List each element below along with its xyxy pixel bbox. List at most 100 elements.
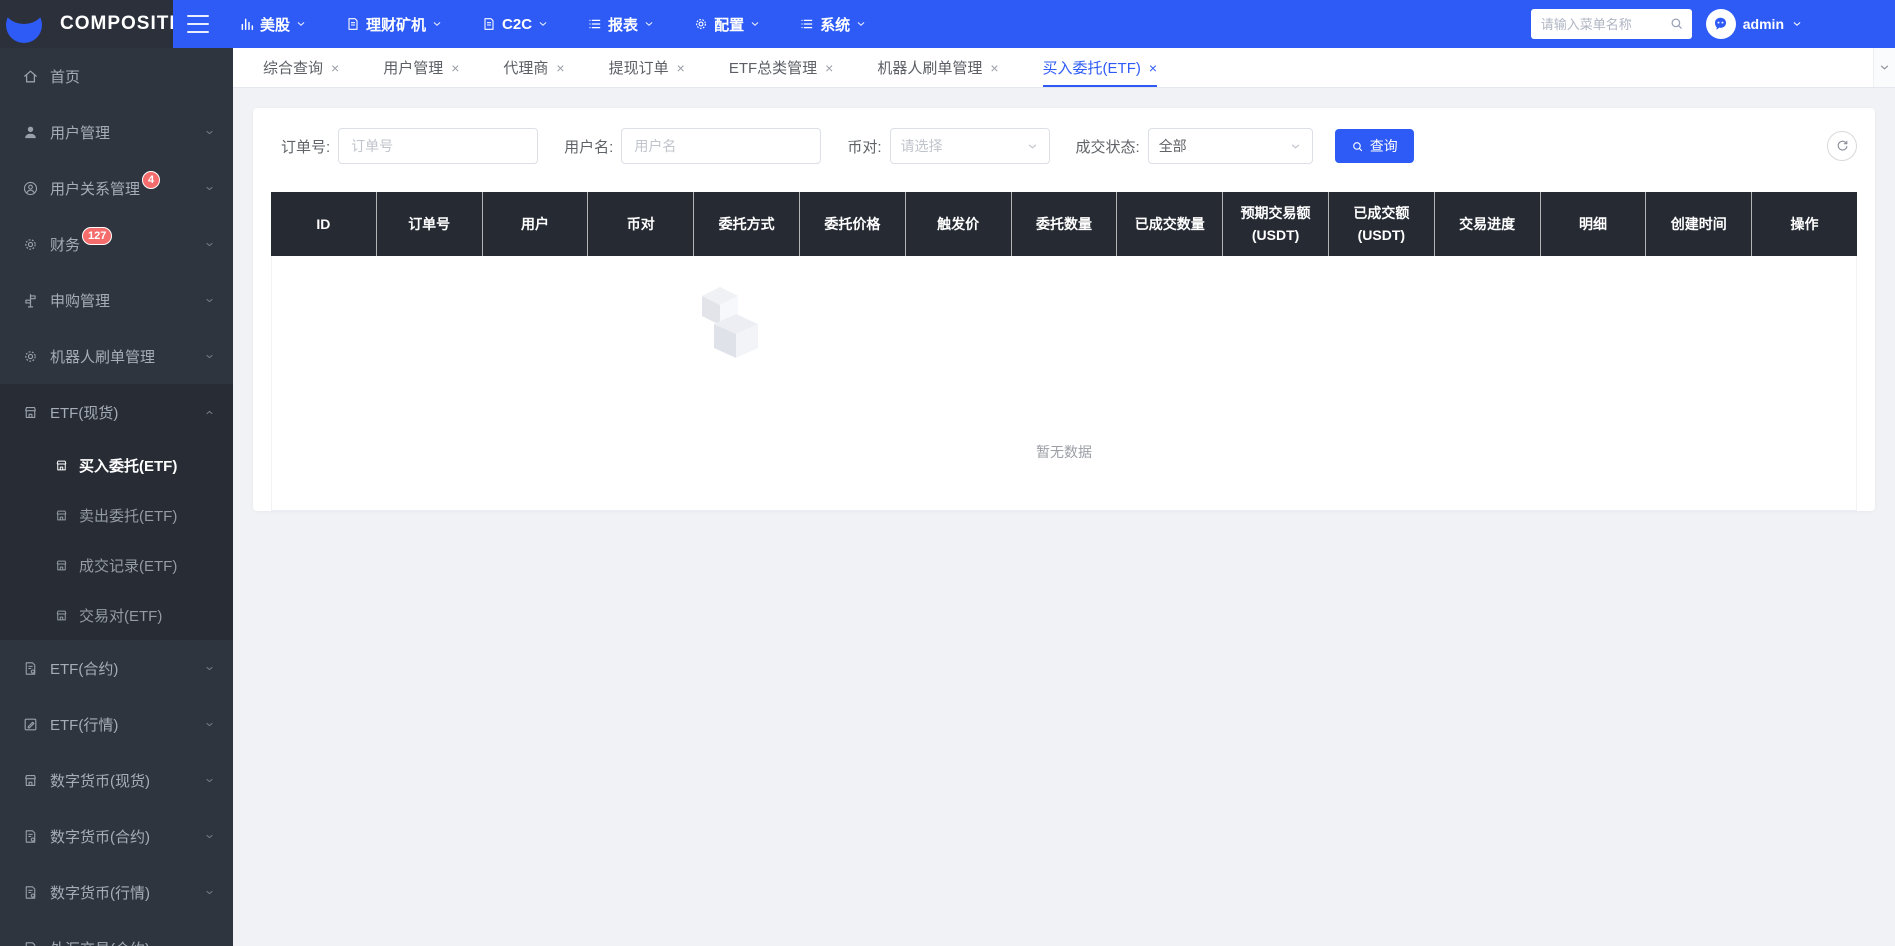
- sidebar-item-label: 交易对(ETF): [79, 607, 163, 625]
- status-label: 成交状态:: [1075, 138, 1140, 156]
- chevron-down-icon: [1026, 140, 1039, 153]
- sidebar-item-label: ETF(合约): [50, 660, 119, 678]
- tab-buy-order-etf[interactable]: 买入委托(ETF) ×: [1042, 48, 1158, 87]
- table-header-cell: 预期交易额(USDT): [1222, 192, 1328, 256]
- sidebar-item-crypto-contract[interactable]: 数字货币(合约): [0, 808, 233, 864]
- tab-user-management[interactable]: 用户管理 ×: [383, 48, 459, 87]
- sidebar-item-trade-records-etf[interactable]: 成交记录(ETF): [0, 540, 233, 590]
- content-card: 订单号: 用户名: 币对: 请选择 成交状态: 全部: [253, 108, 1875, 511]
- document-icon: [22, 940, 39, 946]
- refresh-button[interactable]: [1827, 131, 1857, 161]
- table-header-cell: 用户: [481, 192, 588, 256]
- tab-robot-order-management[interactable]: 机器人刷单管理 ×: [877, 48, 998, 87]
- list-icon: [587, 16, 603, 32]
- tab-comprehensive-query[interactable]: 综合查询 ×: [263, 48, 339, 87]
- sidebar-item-crypto-market[interactable]: 数字货币(行情): [0, 864, 233, 920]
- sidebar-item-crypto-spot[interactable]: 数字货币(现货): [0, 752, 233, 808]
- status-select[interactable]: 全部: [1147, 128, 1313, 164]
- sidebar-item-etf-spot[interactable]: ETF(现货): [0, 384, 233, 440]
- tab-label: 用户管理: [383, 60, 444, 77]
- sidebar-item-home[interactable]: 首页: [0, 48, 233, 104]
- sidebar-item-sell-order-etf[interactable]: 卖出委托(ETF): [0, 490, 233, 540]
- sidebar-item-subscription-management[interactable]: 申购管理: [0, 272, 233, 328]
- tab-label: 综合查询: [263, 60, 324, 77]
- table-empty-body: 暂无数据: [271, 256, 1857, 511]
- sidebar-item-label: 成交记录(ETF): [79, 557, 178, 575]
- menu-search-input[interactable]: [1530, 9, 1692, 39]
- nav-item-system[interactable]: 系统: [799, 14, 867, 35]
- search-button-label: 查询: [1369, 138, 1398, 154]
- brand-logo[interactable]: COMPOSITE: [0, 0, 182, 48]
- sidebar-item-buy-order-etf[interactable]: 买入委托(ETF): [0, 440, 233, 490]
- tab-bar: 综合查询 × 用户管理 × 代理商 × 提现订单 × ETF总类管理 × 机器人…: [233, 48, 1895, 88]
- sidebar-item-etf-market[interactable]: ETF(行情): [0, 696, 233, 752]
- table-header-cell: 已成交数量: [1116, 192, 1222, 256]
- sidebar-collapse-button[interactable]: [187, 15, 209, 33]
- sidebar-item-robot-order-management[interactable]: 机器人刷单管理: [0, 328, 233, 384]
- order-no-input[interactable]: [338, 128, 539, 164]
- shop-icon: [54, 508, 69, 523]
- sidebar-item-finance[interactable]: 财务 127: [0, 216, 233, 272]
- table-header-cell: 币对: [587, 192, 693, 256]
- close-icon[interactable]: ×: [331, 61, 339, 75]
- shop-icon: [22, 772, 39, 789]
- nav-item-us-stocks[interactable]: 美股: [239, 14, 307, 35]
- nav-item-label: 理财矿机: [366, 16, 427, 34]
- chevron-down-icon: [1791, 18, 1803, 30]
- table-header-cell: 委托数量: [1010, 192, 1117, 256]
- shop-icon: [54, 608, 69, 623]
- nav-item-c2c[interactable]: C2C: [481, 16, 549, 33]
- chevron-down-icon: [1878, 61, 1891, 74]
- nav-item-config[interactable]: 配置: [693, 14, 761, 35]
- sql-document-icon: [22, 884, 39, 901]
- pair-select[interactable]: 请选择: [889, 128, 1050, 164]
- nav-item-label: 配置: [714, 16, 745, 34]
- sidebar-item-forex-contract[interactable]: 外汇交易(合约): [0, 920, 233, 946]
- nav-item-label: 美股: [260, 16, 291, 34]
- empty-text: 暂无数据: [1036, 444, 1092, 460]
- sidebar-item-label: 机器人刷单管理: [50, 348, 156, 366]
- top-nav-right: admin: [1530, 9, 1803, 39]
- brand-title: COMPOSITE: [60, 13, 184, 34]
- search-icon[interactable]: [1669, 16, 1684, 31]
- table-header-cell: 委托价格: [798, 192, 905, 256]
- tab-agent[interactable]: 代理商 ×: [503, 48, 564, 87]
- list-icon: [799, 16, 815, 32]
- nav-item-wealth-miner[interactable]: 理财矿机: [345, 14, 443, 35]
- search-button[interactable]: 查询: [1334, 129, 1414, 163]
- top-nav-items: 美股 理财矿机 C2C 报表 配置 系统: [239, 14, 867, 35]
- sidebar-item-etf-contract[interactable]: ETF(合约): [0, 640, 233, 696]
- close-icon[interactable]: ×: [556, 61, 564, 75]
- close-icon[interactable]: ×: [990, 61, 998, 75]
- close-icon[interactable]: ×: [451, 61, 459, 75]
- status-select-value: 全部: [1158, 138, 1187, 154]
- sidebar-item-trading-pairs-etf[interactable]: 交易对(ETF): [0, 590, 233, 640]
- username: admin: [1742, 16, 1784, 32]
- sidebar-item-label: 卖出委托(ETF): [79, 507, 178, 525]
- avatar: [1705, 9, 1736, 39]
- close-icon[interactable]: ×: [677, 61, 685, 75]
- nav-item-reports[interactable]: 报表: [587, 14, 655, 35]
- brand-logo-icon: [4, 4, 46, 44]
- user-menu[interactable]: admin: [1705, 9, 1803, 39]
- sidebar-item-user-relation-management[interactable]: 用户关系管理 4: [0, 160, 233, 216]
- sidebar-item-user-management[interactable]: 用户管理: [0, 104, 233, 160]
- bar-chart-icon: [239, 16, 255, 32]
- chevron-down-icon: [855, 18, 867, 30]
- tab-overflow-button[interactable]: [1873, 48, 1895, 87]
- document-icon: [481, 16, 497, 32]
- username-input[interactable]: [621, 128, 822, 164]
- gear-icon: [22, 236, 39, 253]
- table-header-cell: 触发价: [904, 192, 1011, 256]
- top-bar: COMPOSITE 美股 理财矿机 C2C 报表 配置 系统 请输入菜单名称 a…: [0, 0, 1895, 48]
- close-icon[interactable]: ×: [1149, 61, 1157, 75]
- table-header-cell: 明细: [1539, 192, 1646, 256]
- menu-search-box: [1530, 9, 1692, 39]
- nav-item-label: 系统: [820, 16, 851, 34]
- username-label: 用户名:: [564, 138, 614, 156]
- tab-withdrawal-orders[interactable]: 提现订单 ×: [609, 48, 685, 87]
- pair-select-placeholder: 请选择: [900, 138, 943, 154]
- tab-etf-category-management[interactable]: ETF总类管理 ×: [729, 48, 834, 87]
- close-icon[interactable]: ×: [825, 61, 833, 75]
- chevron-down-icon: [204, 183, 215, 194]
